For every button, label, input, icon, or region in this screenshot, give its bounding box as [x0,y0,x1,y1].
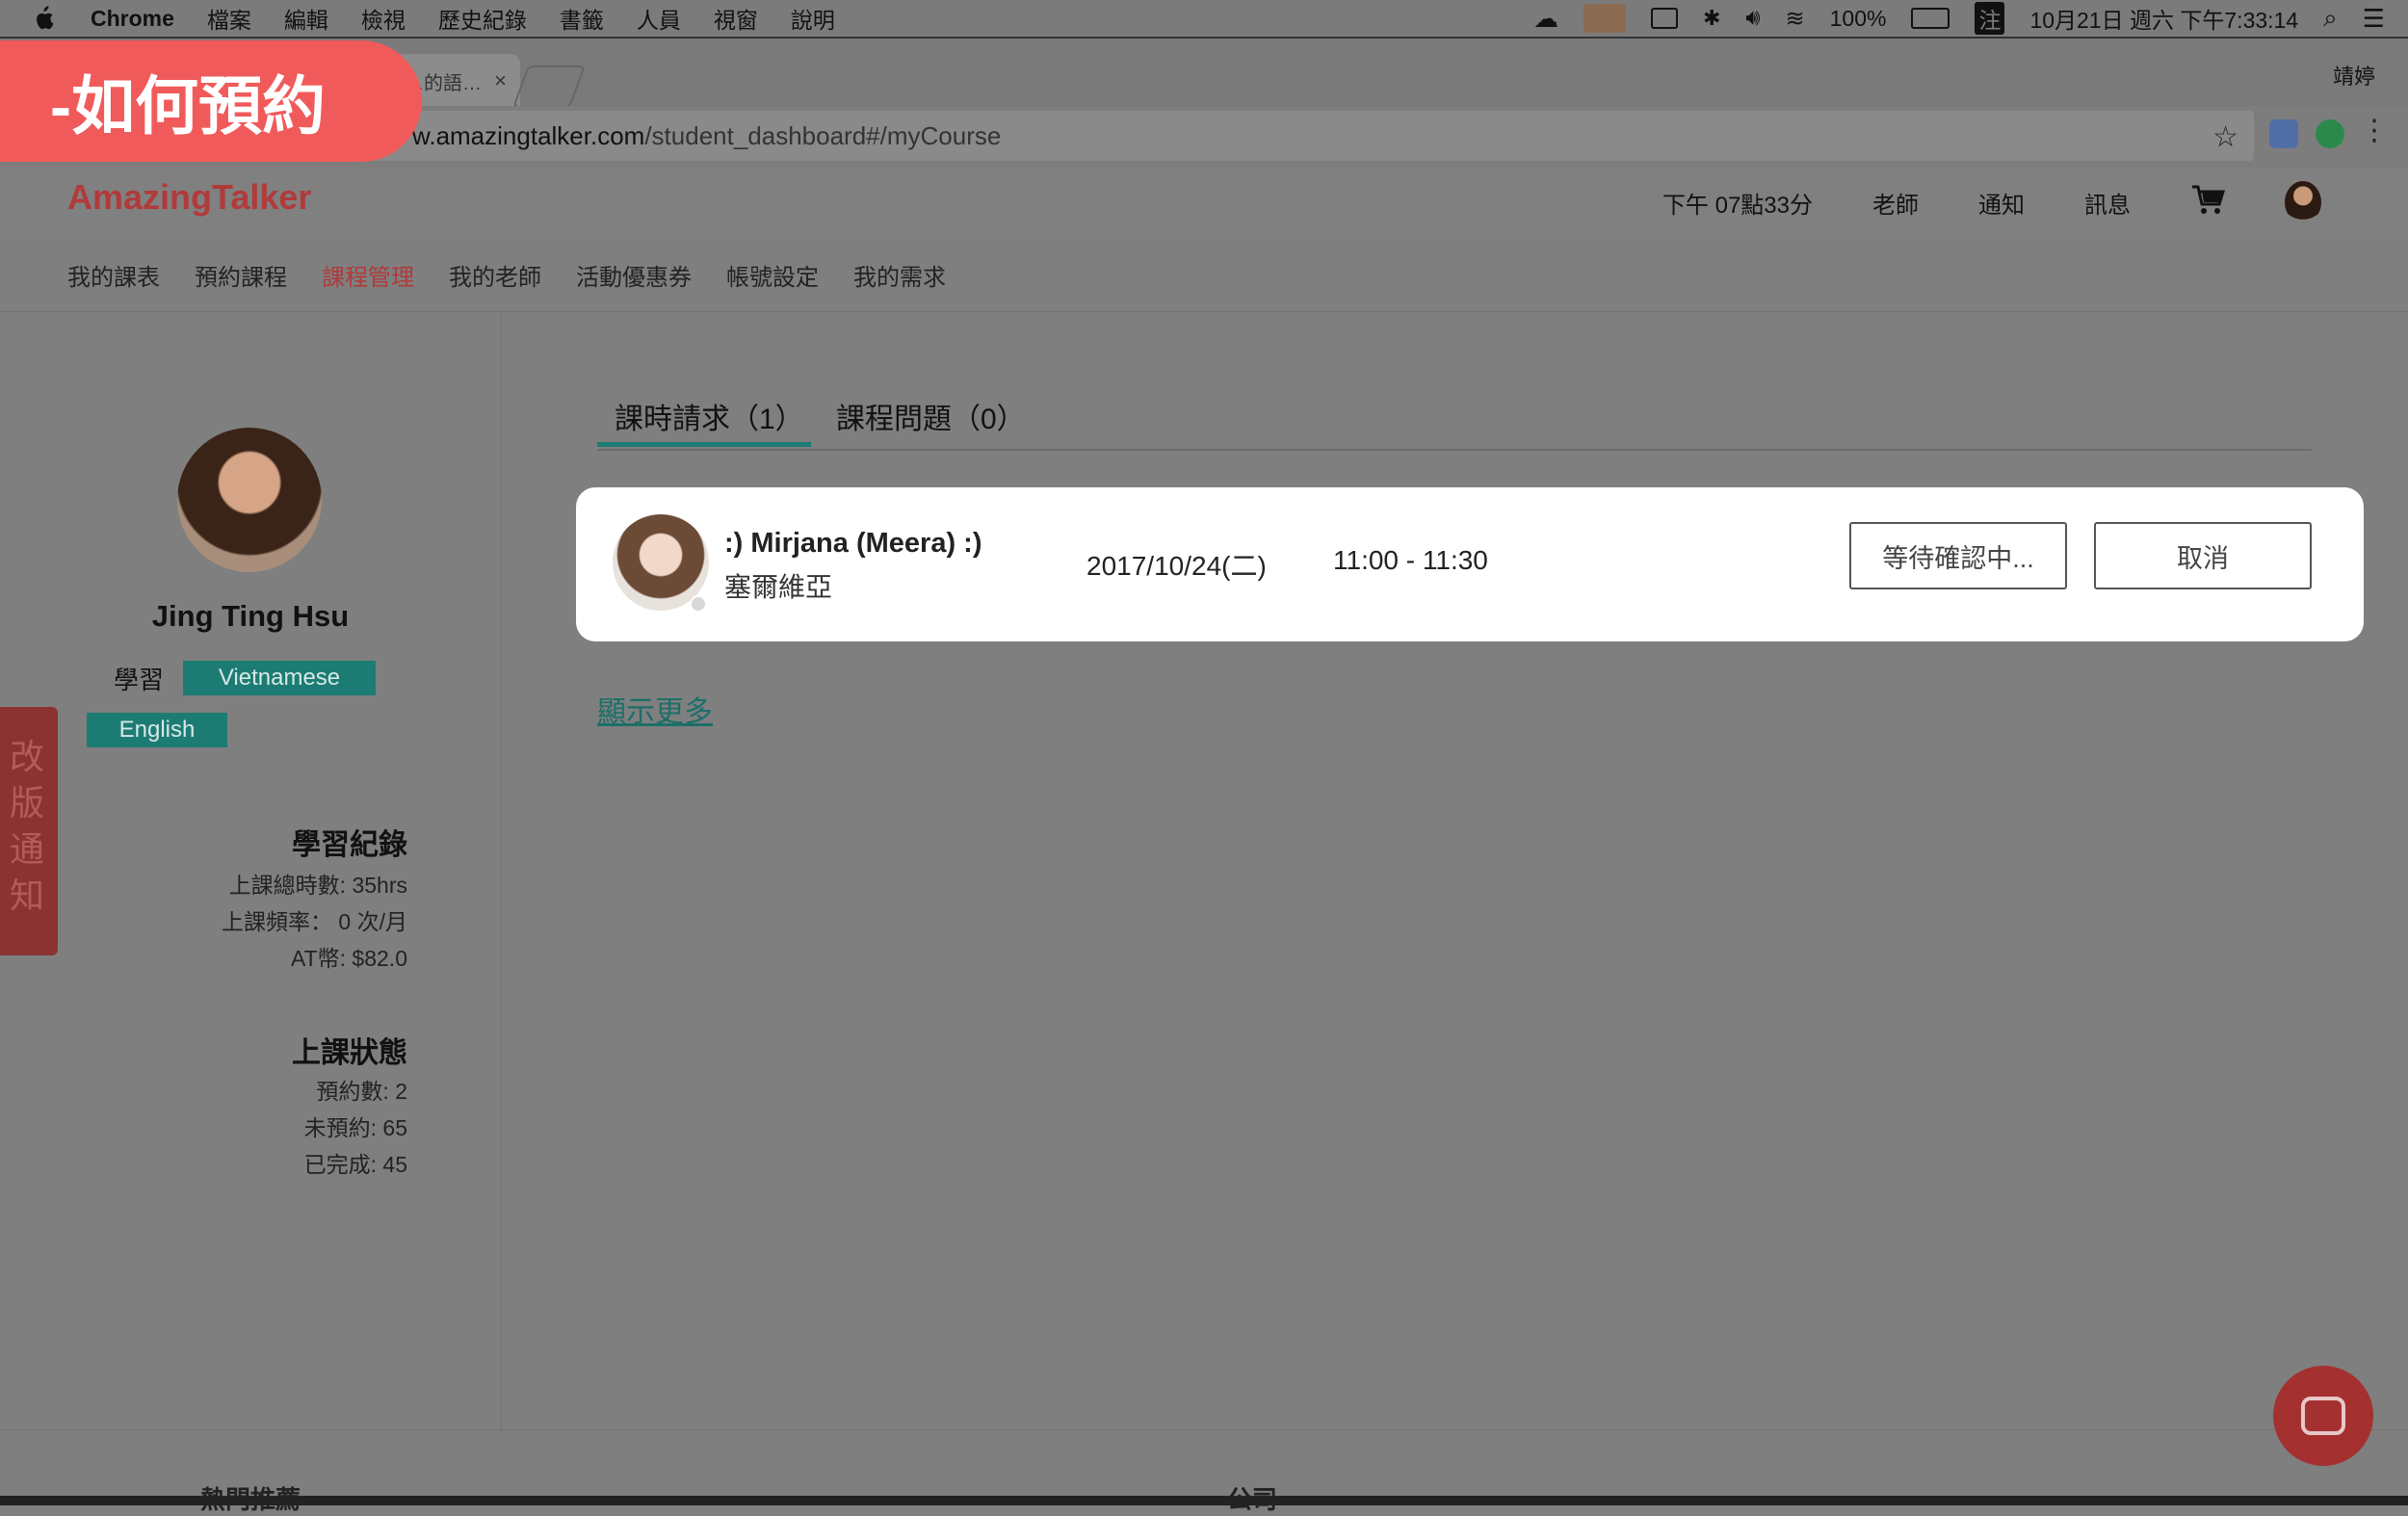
battery-icon[interactable] [1911,8,1950,29]
profile-sidebar: Jing Ting Hsu 學習 Vietnamese English 學習紀錄… [0,312,502,1429]
chat-support-button[interactable] [2273,1366,2373,1466]
subnav-my-requests[interactable]: 我的需求 [853,258,946,292]
stat-frequency: 上課頻率： 0 次/月 [222,909,407,934]
bookmark-star-icon[interactable]: ☆ [2212,120,2238,154]
lesson-status-title: 上課狀態 [292,1037,407,1069]
language-tag-english: English [87,713,227,747]
menu-view[interactable]: 檢視 [361,2,406,35]
user-avatar[interactable] [2285,181,2321,223]
subnav-coupons[interactable]: 活動優惠券 [576,258,692,292]
nav-messages[interactable]: 訊息 [2084,186,2131,220]
learning-record-title: 學習紀錄 [292,829,407,861]
grammarly-extension-icon[interactable] [2316,119,2344,148]
notice-char: 通 [9,829,48,869]
stat-unbooked: 未預約: 65 [303,1115,407,1140]
battery-percent: 100% [1829,5,1887,31]
lesson-request-card: :) Mirjana (Meera) :) 塞爾維亞 2017/10/24(二)… [576,487,2364,641]
tab-course-issues[interactable]: 課程問題（0） [836,395,1026,437]
awaiting-confirmation-button[interactable]: 等待確認中... [1849,522,2067,589]
subnav-course-management[interactable]: 課程管理 [322,258,414,292]
input-method-icon[interactable]: 注 [1975,2,2005,35]
menu-history[interactable]: 歷史紀錄 [438,2,527,35]
new-tab-button[interactable] [511,65,587,108]
stat-completed: 已完成: 45 [303,1152,407,1177]
url-host: w.amazingtalker.com [412,120,645,150]
nav-notifications[interactable]: 通知 [1978,186,2025,220]
user-photo-icon[interactable] [1583,4,1626,33]
apple-icon[interactable] [33,6,54,31]
bottom-edge [0,1496,2408,1505]
menu-file[interactable]: 檔案 [207,2,251,35]
menu-clock[interactable]: 10月21日 週六 下午7:33:14 [2029,2,2298,35]
address-bar[interactable]: w.amazingtalker.com/student_dashboard#/m… [366,111,2254,161]
volume-icon[interactable]: 🔊︎ [1745,5,1760,32]
show-more-link[interactable]: 顯示更多 [597,688,713,730]
online-status-icon [690,595,707,613]
menu-app-name[interactable]: Chrome [91,6,174,32]
bluetooth-icon[interactable]: ✱ [1703,6,1720,31]
sub-navigation: 我的課表 預約課程 課程管理 我的老師 活動優惠券 帳號設定 我的需求 [0,239,2408,312]
screen-icon[interactable] [1650,8,1678,29]
menu-window[interactable]: 視窗 [714,2,758,35]
lesson-time: 11:00 - 11:30 [1333,545,1488,575]
subnav-my-teachers[interactable]: 我的老師 [449,258,541,292]
translate-extension-icon[interactable] [2269,119,2298,148]
site-logo[interactable]: AmazingTalker [67,177,311,218]
tab-lesson-requests[interactable]: 課時請求（1） [615,395,804,437]
teacher-name[interactable]: :) Mirjana (Meera) :) [724,528,982,560]
subnav-book-lesson[interactable]: 預約課程 [195,258,287,292]
language-tag-vietnamese: Vietnamese [183,661,376,695]
notice-char: 知 [9,876,48,915]
profile-name: Jing Ting Hsu [151,599,350,633]
notification-center-icon[interactable]: ☰ [2363,4,2385,34]
revision-notice-tab[interactable]: 改 版 通 知 [0,707,58,955]
profile-name[interactable]: 靖婷 [2333,60,2375,91]
subnav-account-settings[interactable]: 帳號設定 [726,258,819,292]
chrome-menu-icon[interactable]: ⋮ [2360,114,2389,147]
tutorial-overlay-label: -如何預約 [0,40,422,162]
header-time: 下午 07點33分 [1662,192,1813,219]
menu-bookmarks[interactable]: 書籤 [560,2,604,35]
lesson-date: 2017/10/24(二) [1086,551,1267,581]
url-path: /student_dashboard#/myCourse [644,120,1002,150]
stat-at-coins: AT幣: $82.0 [290,946,407,971]
course-tabs: 課時請求（1） 課程問題（0） [597,389,2312,451]
chat-bubble-icon [2301,1397,2345,1435]
notice-char: 改 [9,737,48,776]
nav-teachers[interactable]: 老師 [1872,186,1919,220]
wifi-icon[interactable]: ≋ [1786,5,1805,33]
spotlight-search-icon[interactable]: ⌕ [2323,3,2338,34]
learning-label: 學習 [114,666,165,694]
stat-total-hours: 上課總時數: 35hrs [228,873,407,898]
menu-people[interactable]: 人員 [637,2,681,35]
menu-edit[interactable]: 編輯 [284,2,328,35]
stat-booked: 預約數: 2 [316,1079,407,1104]
menu-help[interactable]: 說明 [791,2,835,35]
profile-photo [177,428,322,572]
macos-menu-bar: Chrome 檔案 編輯 檢視 歷史紀錄 書籤 人員 視窗 說明 ☁ ✱ 🔊︎ … [0,0,2408,37]
cloud-icon[interactable]: ☁ [1533,4,1558,34]
site-header: AmazingTalker 下午 07點33分 老師 通知 訊息 [0,168,2408,240]
notice-char: 版 [9,783,48,823]
header-nav: 下午 07點33分 老師 通知 訊息 [1662,181,2321,223]
subnav-my-schedule[interactable]: 我的課表 [67,258,160,292]
site-footer: 熱門推薦 公司 [0,1429,2408,1514]
active-tab-indicator [597,442,811,447]
cancel-button[interactable]: 取消 [2094,522,2312,589]
teacher-country: 塞爾維亞 [724,572,833,602]
tab-close-icon[interactable]: × [494,68,507,93]
cart-icon[interactable] [2190,183,2226,222]
